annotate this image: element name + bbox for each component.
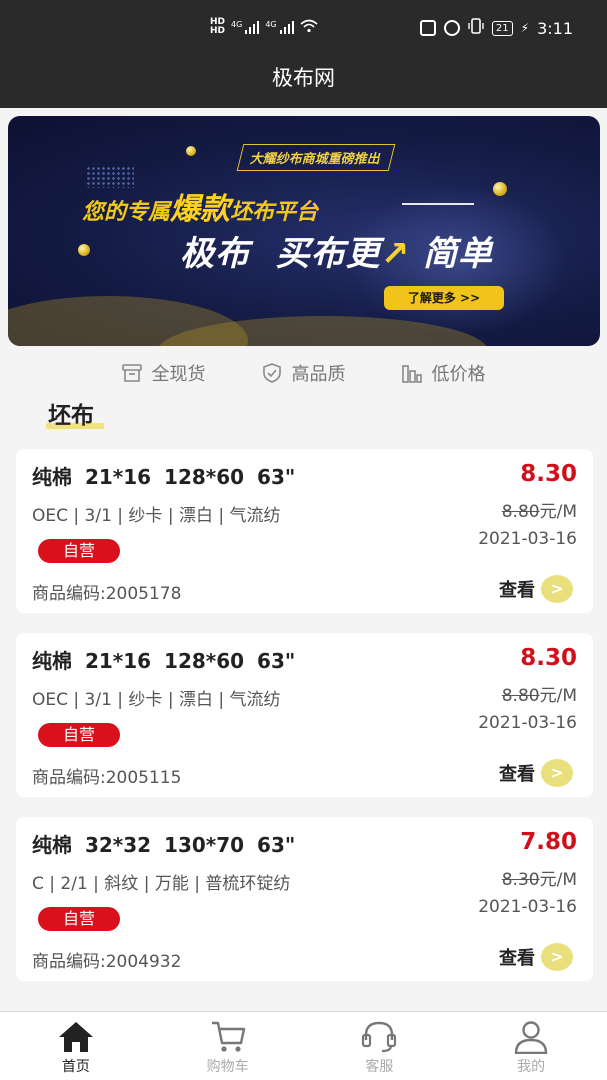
product-specs: OEC | 3/1 | 纱卡 | 漂白 | 气流纺 [32, 506, 281, 526]
banner-tagline: 大耀纱布商城重磅推出 [236, 144, 396, 171]
gold-ball-decoration [493, 182, 507, 196]
charging-icon: ⚡ [520, 21, 530, 35]
user-icon [512, 1020, 550, 1055]
battery-level: 21 [495, 22, 509, 34]
banner-headline-1-prefix: 您的专属 [82, 200, 171, 225]
original-price-value: 8.30 [501, 870, 540, 890]
banner-headline-1-suffix: 坯布平台 [230, 200, 319, 225]
banner-headline-1-emphasis: 爆款 [170, 192, 231, 227]
banner-headline-2-part2: 买布更 [275, 234, 381, 274]
product-price: 8.30 [520, 645, 577, 671]
battery-icon: 21 [491, 20, 513, 36]
product-code: 商品编码:2005178 [32, 584, 182, 604]
status-bar-right: 21 ⚡ 3:11 [419, 18, 573, 38]
self-operated-badge: 自营 [38, 907, 120, 931]
arrow-up-icon: ↗ [380, 234, 411, 274]
hd2-label: HD [210, 26, 226, 36]
view-button-label: 查看 [499, 764, 535, 785]
price-unit: 元/M [539, 686, 577, 706]
product-original-price: 8.80元/M [502, 681, 577, 706]
chevron-right-icon: > [541, 759, 573, 787]
chevron-right-icon: > [541, 575, 573, 603]
view-button-label: 查看 [499, 580, 535, 601]
network-type-1: 4G [231, 20, 243, 29]
feature-low-price: 低价格 [401, 358, 486, 388]
tab-home-label: 首页 [61, 1059, 90, 1075]
product-code: 商品编码:2004932 [32, 952, 182, 972]
product-title: 纯棉 21*16 128*60 63" [32, 465, 296, 489]
network-type-2: 4G [265, 20, 277, 29]
price-unit: 元/M [539, 870, 577, 890]
self-operated-badge: 自营 [38, 539, 120, 563]
product-card[interactable]: 纯棉 21*16 128*60 63" OEC | 3/1 | 纱卡 | 漂白 … [16, 633, 593, 797]
headset-icon [360, 1020, 398, 1054]
feature-low-price-label: 低价格 [431, 364, 486, 385]
tab-profile-label: 我的 [517, 1059, 546, 1075]
bar-chart-icon [401, 363, 422, 383]
product-card[interactable]: 纯棉 21*16 128*60 63" OEC | 3/1 | 纱卡 | 漂白 … [16, 449, 593, 613]
banner-headline-1: 您的专属爆款坯布平台 [82, 184, 318, 228]
vibrate-icon [468, 18, 484, 38]
status-time: 3:11 [537, 18, 573, 38]
tab-service[interactable]: 客服 [304, 1012, 456, 1080]
product-date: 2021-03-16 [478, 897, 577, 917]
banner-tagline-text: 大耀纱布商城重磅推出 [236, 144, 396, 171]
product-code: 商品编码:2005115 [32, 768, 182, 788]
product-card[interactable]: 纯棉 32*32 130*70 63" C | 2/1 | 斜纹 | 万能 | … [16, 817, 593, 981]
feature-quality-label: 高品质 [291, 364, 346, 385]
page-title: 极布网 [272, 66, 335, 90]
section-title: 坯布 [48, 403, 94, 429]
product-specs: OEC | 3/1 | 纱卡 | 漂白 | 气流纺 [32, 690, 281, 710]
banner-headline-2: 极布 买布更↗ 简单 [180, 226, 493, 275]
home-icon [57, 1020, 95, 1054]
product-original-price: 8.30元/M [502, 865, 577, 890]
box-icon [121, 363, 142, 383]
product-title: 纯棉 32*32 130*70 63" [32, 833, 296, 857]
alarm-icon [443, 20, 460, 36]
learn-more-button[interactable]: 了解更多 >> [384, 286, 504, 310]
tab-cart[interactable]: 购物车 [152, 1012, 304, 1080]
view-button[interactable]: 查看 > [499, 575, 573, 603]
banner-headline-2-part1: 极布 [180, 234, 250, 274]
status-bar-left: HD HD 4G 4G [210, 18, 318, 36]
chevron-right-icon: > [541, 943, 573, 971]
tab-service-label: 客服 [365, 1059, 394, 1075]
status-bar: HD HD 4G 4G 21 ⚡ 3:11 [0, 0, 607, 58]
gold-ball-decoration [186, 146, 196, 156]
feature-strip: 全现货 高品质 低价格 [0, 358, 607, 388]
feature-in-stock-label: 全现货 [151, 364, 206, 385]
gold-ball-decoration [78, 244, 90, 256]
original-price-value: 8.80 [501, 686, 540, 706]
shield-check-icon [262, 363, 282, 383]
view-button-label: 查看 [499, 948, 535, 969]
product-date: 2021-03-16 [478, 529, 577, 549]
price-unit: 元/M [539, 502, 577, 522]
product-original-price: 8.80元/M [502, 497, 577, 522]
original-price-value: 8.80 [501, 502, 540, 522]
tab-home[interactable]: 首页 [0, 1012, 152, 1080]
view-button[interactable]: 查看 > [499, 759, 573, 787]
product-date: 2021-03-16 [478, 713, 577, 733]
feature-quality: 高品质 [262, 358, 346, 388]
banner-headline-2-part3: 简单 [423, 234, 494, 274]
tab-cart-label: 购物车 [206, 1059, 249, 1075]
view-button[interactable]: 查看 > [499, 943, 573, 971]
hd-indicator: HD HD [210, 18, 225, 36]
product-specs: C | 2/1 | 斜纹 | 万能 | 普梳环锭纺 [32, 874, 291, 894]
tab-profile[interactable]: 我的 [455, 1012, 607, 1080]
bottom-tab-bar: 首页 购物车 客服 我的 [0, 1011, 607, 1080]
feature-in-stock: 全现货 [121, 358, 206, 388]
wifi-icon [300, 19, 318, 35]
product-price: 8.30 [520, 461, 577, 487]
signal-icon-1: 4G [231, 20, 260, 34]
self-operated-badge: 自营 [38, 723, 120, 747]
banner-divider [402, 203, 474, 205]
cart-icon [209, 1020, 247, 1054]
nfc-icon [419, 20, 436, 36]
signal-icon-2: 4G [265, 20, 294, 34]
product-price: 7.80 [520, 829, 577, 855]
product-title: 纯棉 21*16 128*60 63" [32, 649, 296, 673]
